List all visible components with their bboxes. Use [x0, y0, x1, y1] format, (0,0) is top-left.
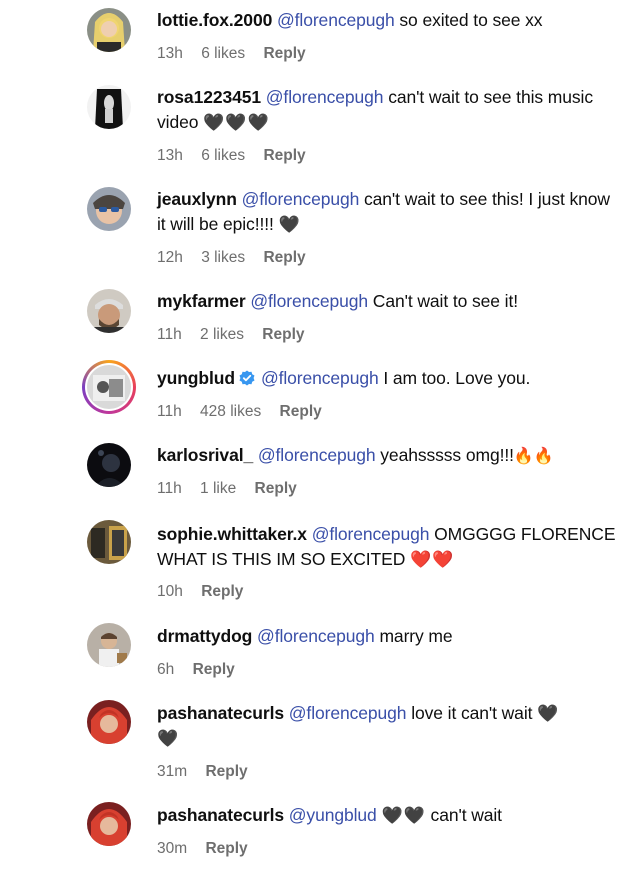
comment-time: 6h: [157, 661, 175, 678]
black-heart-emoji: 🖤: [278, 215, 301, 234]
black-heart-emoji: 🖤🖤🖤: [203, 113, 270, 132]
comment-meta: 30m Reply: [157, 840, 262, 858]
reply-button[interactable]: Reply: [193, 661, 235, 678]
comment-text: pashanatecurls @yungblud 🖤🖤 can't wait: [157, 803, 622, 828]
comment-time: 13h: [157, 45, 183, 62]
verified-badge-icon: [239, 370, 255, 386]
comment-time: 11h: [157, 403, 182, 420]
comment-username[interactable]: mykfarmer: [157, 291, 246, 311]
comment-meta: 13h 6 likes Reply: [157, 147, 320, 165]
avatar[interactable]: [87, 289, 131, 333]
comment-time: 12h: [157, 249, 183, 266]
comment-mention[interactable]: @florencepugh: [277, 10, 395, 30]
comment-text: lottie.fox.2000 @florencepugh so exited …: [157, 8, 622, 33]
comment-text: yungblud @florencepugh I am too. Love you…: [157, 366, 622, 391]
comment-username[interactable]: jeauxlynn: [157, 189, 237, 209]
comment-mention[interactable]: @florencepugh: [289, 703, 407, 723]
comment-body: yeahsssss omg!!!: [380, 445, 514, 465]
comment-meta: 13h 6 likes Reply: [157, 45, 320, 63]
comment-meta: 11h 1 like Reply: [157, 480, 311, 498]
reply-button[interactable]: Reply: [263, 45, 305, 62]
comment-body: love it can't wait: [411, 703, 533, 723]
comment-time: 30m: [157, 840, 188, 857]
comment-likes[interactable]: 6 likes: [201, 147, 245, 164]
avatar[interactable]: [87, 623, 131, 667]
avatar[interactable]: [87, 802, 131, 846]
comment-likes[interactable]: 6 likes: [201, 45, 245, 62]
avatar-story-ring[interactable]: [82, 360, 136, 414]
reply-button[interactable]: Reply: [255, 480, 297, 497]
comment-body: so exited to see xx: [399, 10, 543, 30]
comment-likes[interactable]: 3 likes: [201, 249, 245, 266]
comment-likes[interactable]: 1 like: [200, 480, 236, 497]
reply-button[interactable]: Reply: [263, 147, 305, 164]
comment-body: Can't wait to see it!: [372, 291, 518, 311]
comment-likes[interactable]: 2 likes: [200, 326, 244, 343]
comment-meta: 11h 428 likes Reply: [157, 403, 336, 421]
comment-meta: 10h Reply: [157, 583, 257, 601]
comment-body: marry me: [379, 626, 453, 646]
comment-time: 10h: [157, 583, 183, 600]
comment-username[interactable]: pashanatecurls: [157, 805, 284, 825]
comment-mention[interactable]: @florencepugh: [257, 626, 375, 646]
comment-username[interactable]: rosa1223451: [157, 87, 261, 107]
comment-mention[interactable]: @florencepugh: [250, 291, 368, 311]
reply-button[interactable]: Reply: [263, 249, 305, 266]
comment-meta: 31m Reply: [157, 763, 262, 781]
fire-emoji: 🔥🔥: [513, 448, 554, 465]
comment-text: jeauxlynn @florencepugh can't wait to se…: [157, 187, 622, 237]
comment-mention[interactable]: @florencepugh: [261, 368, 379, 388]
comment-username[interactable]: yungblud: [157, 368, 235, 388]
comment-body: I am too. Love you.: [383, 368, 531, 388]
reply-button[interactable]: Reply: [205, 763, 247, 780]
comment-text: sophie.whittaker.x @florencepugh OMGGGG …: [157, 522, 622, 572]
reply-button[interactable]: Reply: [201, 583, 243, 600]
comment-username[interactable]: sophie.whittaker.x: [157, 524, 307, 544]
comment-username[interactable]: karlosrival_: [157, 445, 253, 465]
comment-text: drmattydog @florencepugh marry me: [157, 624, 622, 649]
comment-time: 11h: [157, 480, 182, 497]
comment-username[interactable]: pashanatecurls: [157, 703, 284, 723]
comment-mention[interactable]: @florencepugh: [266, 87, 384, 107]
comment-text: mykfarmer @florencepugh Can't wait to se…: [157, 289, 622, 314]
comment-meta: 12h 3 likes Reply: [157, 249, 320, 267]
comment-mention[interactable]: @florencepugh: [312, 524, 430, 544]
comment-username[interactable]: lottie.fox.2000: [157, 10, 272, 30]
red-heart-emoji: ❤️❤️: [410, 550, 455, 569]
avatar[interactable]: [87, 443, 131, 487]
comment-username[interactable]: drmattydog: [157, 626, 252, 646]
comment-mention[interactable]: @yungblud: [289, 805, 377, 825]
avatar[interactable]: [87, 187, 131, 231]
comment-time: 31m: [157, 763, 188, 780]
comment-mention[interactable]: @florencepugh: [258, 445, 376, 465]
reply-button[interactable]: Reply: [280, 403, 322, 420]
comment-meta: 6h Reply: [157, 661, 249, 679]
comment-meta: 11h 2 likes Reply: [157, 326, 319, 344]
black-heart-emoji: 🖤🖤: [381, 806, 426, 825]
comment-text: pashanatecurls @florencepugh love it can…: [157, 701, 622, 751]
avatar[interactable]: [87, 8, 131, 52]
comment-likes[interactable]: 428 likes: [200, 403, 261, 420]
avatar[interactable]: [87, 700, 131, 744]
avatar[interactable]: [87, 85, 131, 129]
reply-button[interactable]: Reply: [262, 326, 304, 343]
comment-time: 11h: [157, 326, 182, 343]
comment-body: can't wait: [430, 805, 503, 825]
reply-button[interactable]: Reply: [205, 840, 247, 857]
avatar[interactable]: [87, 520, 131, 564]
comment-mention[interactable]: @florencepugh: [242, 189, 360, 209]
comment-text: karlosrival_ @florencepugh yeahsssss omg…: [157, 443, 622, 469]
comment-time: 13h: [157, 147, 183, 164]
comment-text: rosa1223451 @florencepugh can't wait to …: [157, 85, 622, 135]
